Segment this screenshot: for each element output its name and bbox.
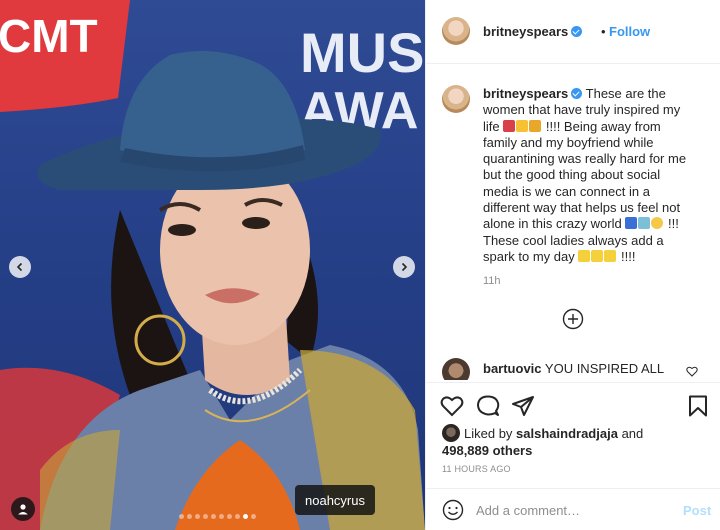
photo-scene: CMT MUS AWA: [0, 0, 425, 530]
picture-emoji-icon: [638, 217, 651, 230]
comment-input[interactable]: [476, 499, 666, 521]
liker-username[interactable]: salshaindradjaja: [516, 426, 618, 441]
liker-avatar[interactable]: [442, 424, 460, 442]
carousel-dot: [211, 514, 216, 519]
backdrop-text-line-1: MUS: [300, 21, 424, 84]
chevron-left-icon: [16, 262, 23, 272]
carousel-dot: [251, 514, 256, 519]
heart-icon[interactable]: [686, 366, 698, 377]
post-timestamp[interactable]: 11 HOURS AGO: [442, 464, 511, 474]
dizzy-face-emoji-icon: [651, 217, 664, 230]
avatar[interactable]: [442, 358, 470, 380]
comment-icon[interactable]: [476, 395, 500, 417]
post-modal: CMT MUS AWA noahcyrus britneyspears • Fo…: [0, 0, 720, 530]
post-caption: britneyspears These are the women that h…: [483, 86, 698, 265]
photo-user-tag[interactable]: noahcyrus: [295, 485, 375, 515]
add-circle-icon[interactable]: [562, 308, 584, 330]
post-photo[interactable]: CMT MUS AWA noahcyrus: [0, 0, 425, 530]
previous-slide-button[interactable]: [9, 256, 31, 278]
caption-time[interactable]: 11h: [483, 275, 501, 287]
caption-username[interactable]: britneyspears: [483, 86, 568, 101]
action-bar: [426, 382, 720, 427]
emoji-icon[interactable]: [442, 499, 464, 521]
share-icon[interactable]: [511, 395, 535, 417]
carousel-indicator: [179, 514, 256, 519]
separator-dot: •: [601, 24, 606, 39]
heart-icon[interactable]: [440, 395, 464, 417]
star-emoji-icon: [516, 119, 529, 132]
carousel-dot: [243, 514, 248, 519]
comment-content: bartuovic YOU INSPIRED ALL: [483, 361, 664, 376]
sparkle-emoji-icon: [591, 249, 604, 262]
post-header: britneyspears • Follow: [426, 0, 720, 64]
rose-emoji-icon: [503, 119, 516, 132]
chevron-right-icon: [401, 262, 408, 272]
avatar[interactable]: [442, 17, 470, 45]
caption-text-4: !!!!: [621, 248, 636, 264]
likes-summary: Liked by salshaindradjaja and 498,889 ot…: [442, 424, 643, 459]
comment-username[interactable]: bartuovic: [483, 361, 542, 376]
verified-icon: [571, 26, 583, 37]
comment-row: bartuovic YOU INSPIRED ALL: [426, 355, 720, 380]
crown-emoji-icon: [529, 119, 542, 132]
sparkle-emoji-icon: [578, 249, 591, 262]
post-comment-button[interactable]: Post: [683, 503, 711, 518]
carousel-dot: [219, 514, 224, 519]
follow-button[interactable]: Follow: [609, 24, 650, 39]
username-text[interactable]: britneyspears: [483, 24, 568, 39]
cmt-logo-text: CMT: [0, 10, 98, 62]
carousel-dot: [227, 514, 232, 519]
next-slide-button[interactable]: [393, 256, 415, 278]
caption-avatar[interactable]: [442, 85, 470, 113]
carousel-dot: [187, 514, 192, 519]
show-tags-button[interactable]: [11, 497, 35, 521]
likes-connector: and: [621, 426, 644, 441]
bookmark-icon[interactable]: [688, 395, 708, 417]
carousel-dot: [203, 514, 208, 519]
comment-text: YOU INSPIRED ALL: [544, 361, 665, 376]
header-username[interactable]: britneyspears: [483, 24, 583, 39]
likes-count[interactable]: 498,889 others: [442, 443, 532, 458]
carousel-dot: [179, 514, 184, 519]
user-tag-icon: [18, 504, 28, 515]
add-comment-bar: Post: [426, 488, 720, 530]
carousel-dot: [195, 514, 200, 519]
phone-emoji-icon: [625, 217, 638, 230]
sparkle-emoji-icon: [604, 249, 617, 262]
carousel-dot: [235, 514, 240, 519]
verified-icon: [571, 88, 583, 99]
likes-prefix: Liked by: [464, 426, 513, 441]
post-details: britneyspears • Follow britneyspears The…: [425, 0, 720, 530]
caption-text-2: !!!! Being away from family and my boyfr…: [483, 118, 687, 232]
